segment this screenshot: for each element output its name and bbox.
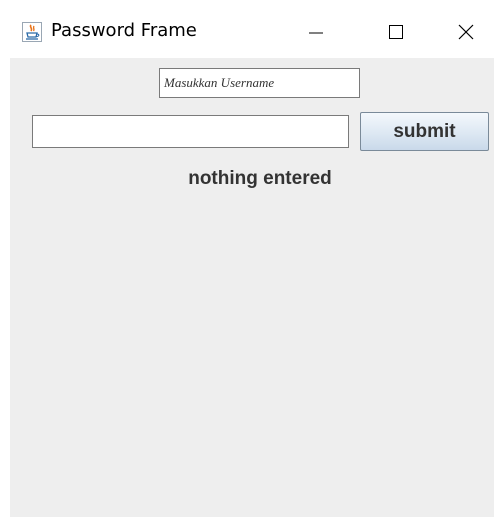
password-frame-window: Password Frame Masukkan Username submit …: [10, 6, 494, 517]
submit-button[interactable]: submit: [360, 112, 489, 151]
content-pane: Masukkan Username submit nothing entered: [10, 58, 494, 517]
minimize-icon: [309, 32, 323, 34]
password-input[interactable]: [32, 115, 349, 148]
status-label: nothing entered: [188, 168, 332, 189]
java-cup-icon[interactable]: [22, 22, 42, 42]
maximize-icon: [389, 25, 403, 39]
username-field[interactable]: Masukkan Username: [159, 68, 360, 98]
title-bar[interactable]: Password Frame: [10, 6, 494, 58]
window-title: Password Frame: [51, 20, 197, 41]
maximize-button[interactable]: [366, 6, 426, 58]
minimize-button[interactable]: [286, 6, 346, 58]
close-icon: [458, 24, 474, 40]
close-button[interactable]: [436, 6, 494, 58]
